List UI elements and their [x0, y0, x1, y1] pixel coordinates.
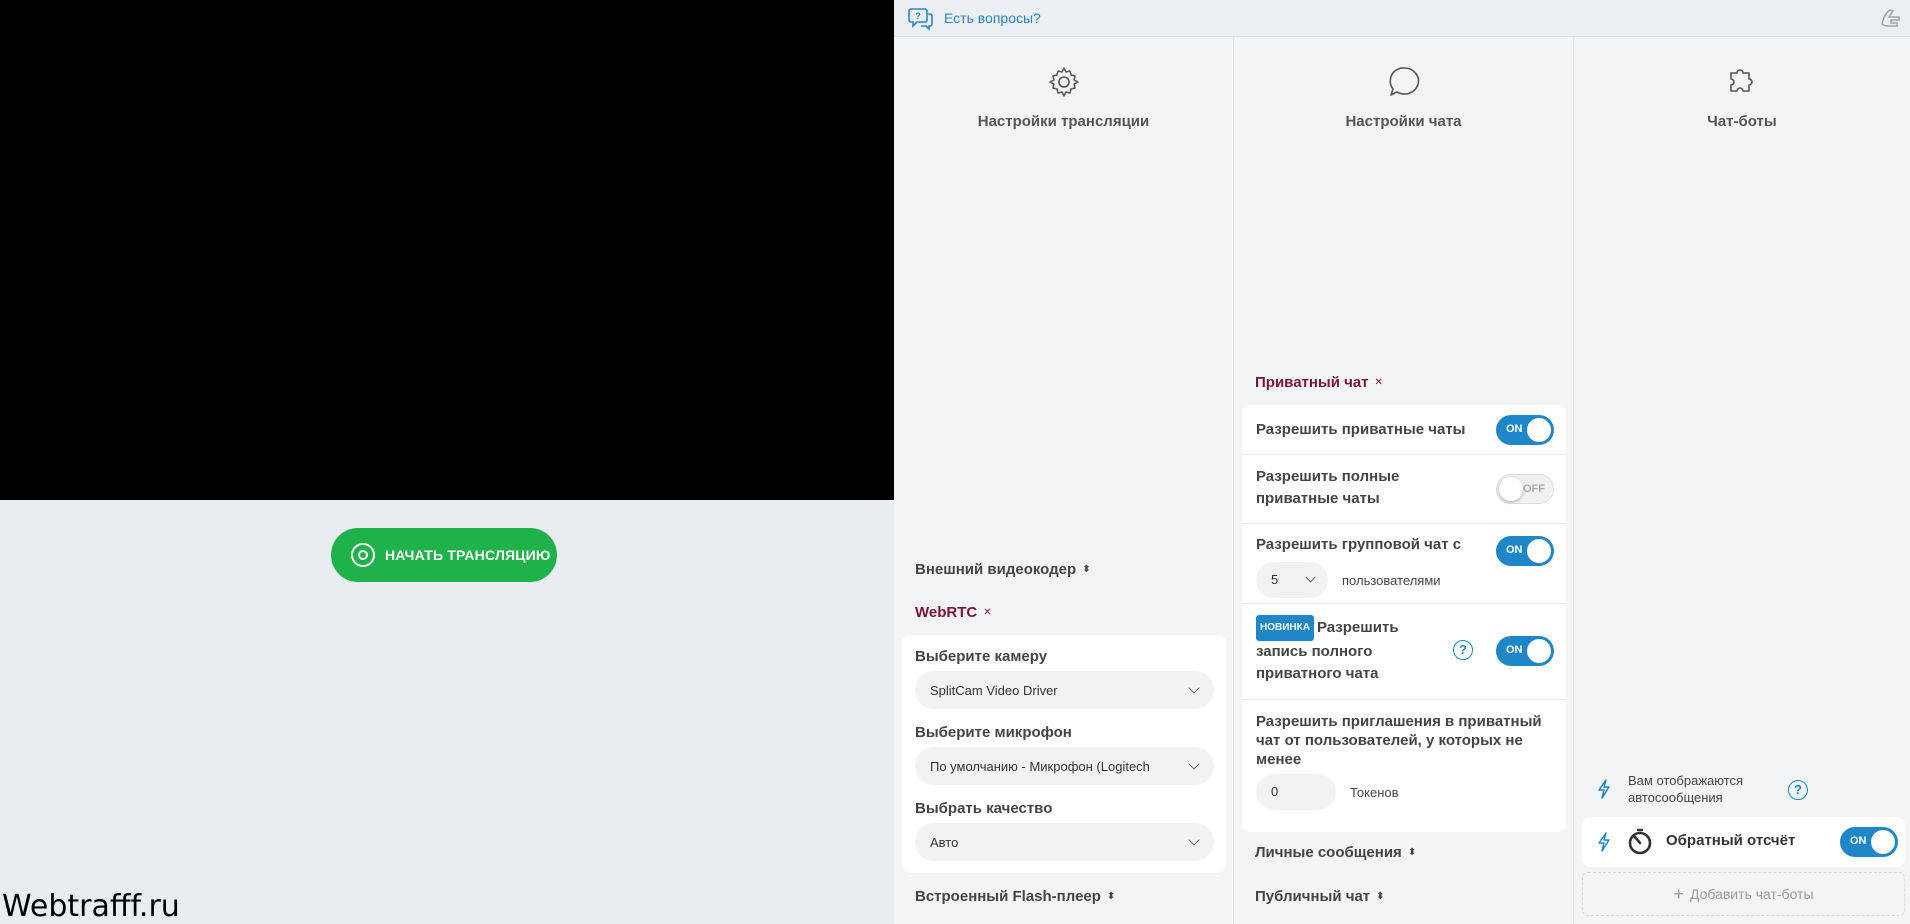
stopwatch-icon — [1628, 828, 1652, 855]
expand-icon: ⬍ — [1376, 890, 1385, 902]
quality-value: Авто — [930, 834, 959, 850]
chevron-down-icon — [1188, 758, 1200, 770]
quality-label: Выбрать качество — [915, 800, 1053, 817]
collapse-icon: ✕ — [1374, 376, 1383, 388]
chat-bots-title: Чат-боты — [1707, 113, 1777, 130]
personal-messages-section[interactable]: Личные сообщения ⬍ — [1255, 844, 1416, 861]
expand-icon: ⬍ — [1106, 890, 1116, 902]
flash-player-section[interactable]: Встроенный Flash-плеер ⬍ — [915, 888, 1115, 905]
tokens-value: 0 — [1271, 784, 1279, 799]
expand-icon: ⬍ — [1082, 563, 1091, 575]
chevron-down-icon — [1305, 572, 1316, 583]
chevron-down-icon — [1188, 682, 1200, 694]
record-private-row: НОВИНКА Разрешить запись полного приватно… — [1242, 604, 1566, 700]
private-chat-section[interactable]: Приватный чат ✕ — [1255, 374, 1383, 391]
record-private-label: НОВИНКА Разрешить запись полного приватно… — [1256, 615, 1399, 685]
help-link[interactable]: Есть вопросы? — [944, 10, 1041, 26]
webrtc-card: Выберите камеру SplitCam Video Driver Вы… — [902, 635, 1226, 873]
invites-label: Разрешить приглашения в приватный чат от… — [1256, 713, 1542, 768]
allow-private-row: Разрешить приватные чаты ON — [1242, 405, 1566, 455]
flash-player-label: Встроенный Flash-плеер — [915, 888, 1101, 905]
add-chat-bots-label: Добавить чат-боты — [1689, 886, 1814, 902]
settings-panel: ? Есть вопросы? Настройки трансляции Вне… — [894, 0, 1910, 924]
countdown-card: Обратный отсчёт ON — [1582, 817, 1905, 867]
chat-settings-column: Настройки чата Приватный чат ✕ Разрешить… — [1234, 37, 1574, 924]
toggle-state: ON — [1506, 644, 1523, 656]
group-chat-count-select[interactable]: 5 — [1256, 562, 1328, 598]
mic-label: Выберите микрофон — [915, 724, 1072, 741]
private-chat-card: Разрешить приватные чаты ON Разрешить по… — [1242, 405, 1566, 832]
watermark: Webtrafff.ru — [2, 889, 180, 924]
puzzle-icon — [1730, 69, 1753, 92]
chat-bots-column: Чат-боты Вам отображаются автосообщения … — [1574, 37, 1910, 924]
group-chat-label: Разрешить групповой чат с — [1256, 536, 1462, 553]
toggle-state: ON — [1850, 835, 1867, 847]
add-chat-bots-button[interactable]: + Добавить чат-боты — [1582, 872, 1905, 916]
sign-language-icon[interactable] — [1878, 4, 1906, 32]
start-broadcast-label: НАЧАТЬ ТРАНСЛЯЦИЮ — [385, 547, 551, 563]
allow-full-private-label: Разрешить полные приватные чаты — [1256, 468, 1400, 507]
private-chat-label: Приватный чат — [1255, 374, 1369, 391]
gear-icon — [1048, 67, 1079, 97]
mic-select[interactable]: По умолчанию - Микрофон (Logitech — [915, 747, 1214, 785]
chat-bubble-icon — [1388, 67, 1419, 96]
countdown-toggle[interactable]: ON — [1840, 827, 1898, 857]
public-chat-section[interactable]: Публичный чат ⬍ — [1255, 888, 1385, 905]
mic-value: По умолчанию - Микрофон (Logitech — [930, 758, 1150, 774]
allow-full-private-row: Разрешить полные приватные чаты OFF — [1242, 455, 1566, 524]
chat-settings-title: Настройки чата — [1345, 113, 1462, 130]
svg-text:?: ? — [915, 11, 921, 21]
toggle-state: ON — [1506, 544, 1523, 556]
external-encoder-label: Внешний видеокодер — [915, 561, 1077, 578]
allow-private-toggle[interactable]: ON — [1496, 415, 1554, 445]
tokens-label: Токенов — [1350, 785, 1399, 800]
auto-messages-text: Вам отображаются автосообщения — [1628, 773, 1744, 805]
start-broadcast-button[interactable]: НАЧАТЬ ТРАНСЛЯЦИЮ — [331, 528, 557, 582]
camera-value: SplitCam Video Driver — [930, 682, 1058, 698]
camera-select[interactable]: SplitCam Video Driver — [915, 671, 1214, 709]
help-icon[interactable]: ? — [1788, 780, 1808, 800]
new-badge: НОВИНКА — [1256, 615, 1314, 641]
webrtc-section[interactable]: WebRTC ✕ — [915, 604, 992, 621]
collapse-icon: ✕ — [983, 606, 992, 618]
allow-full-private-toggle[interactable]: OFF — [1496, 474, 1554, 504]
record-private-toggle[interactable]: ON — [1496, 636, 1554, 666]
toggle-state: OFF — [1523, 483, 1545, 495]
webrtc-label: WebRTC — [915, 604, 978, 621]
chat-question-icon[interactable]: ? — [908, 5, 934, 31]
camera-label: Выберите камеру — [915, 648, 1048, 665]
lightning-icon — [1598, 832, 1610, 852]
countdown-label: Обратный отсчёт — [1666, 832, 1796, 849]
broadcast-settings-title: Настройки трансляции — [977, 113, 1150, 130]
expand-icon: ⬍ — [1407, 846, 1417, 858]
help-bar: ? Есть вопросы? — [894, 0, 1910, 37]
group-chat-toggle[interactable]: ON — [1496, 536, 1554, 566]
lightning-icon — [1598, 779, 1610, 799]
personal-messages-label: Личные сообщения — [1255, 844, 1402, 861]
group-chat-count: 5 — [1271, 572, 1279, 587]
invites-row: Разрешить приглашения в приватный чат от… — [1242, 700, 1566, 832]
public-chat-label: Публичный чат — [1255, 888, 1371, 905]
allow-private-label: Разрешить приватные чаты — [1256, 421, 1466, 438]
broadcast-icon — [351, 543, 375, 567]
group-chat-row: Разрешить групповой чат с 5 пользователя… — [1242, 524, 1566, 604]
quality-select[interactable]: Авто — [915, 823, 1214, 861]
toggle-state: ON — [1506, 423, 1523, 435]
plus-icon: + — [1673, 883, 1684, 904]
external-encoder-section[interactable]: Внешний видеокодер ⬍ — [915, 561, 1091, 578]
broadcast-settings-column: Настройки трансляции Внешний видеокодер … — [894, 37, 1234, 924]
video-preview — [0, 0, 894, 500]
chevron-down-icon — [1188, 834, 1200, 846]
tokens-input[interactable]: 0 — [1256, 774, 1336, 810]
group-chat-suffix: пользователями — [1342, 573, 1441, 588]
help-icon[interactable]: ? — [1453, 640, 1473, 660]
